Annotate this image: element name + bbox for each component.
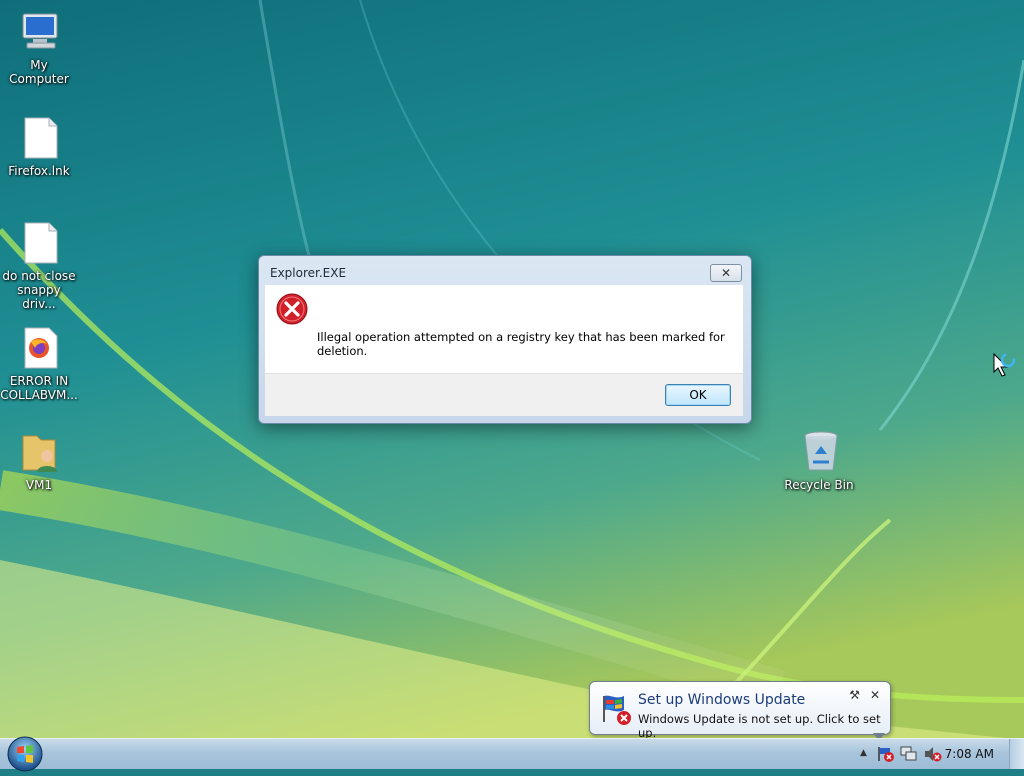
desktop-icon-firefox-lnk[interactable]: Firefox.lnk [0, 116, 78, 178]
dialog-title: Explorer.EXE [270, 266, 347, 280]
desktop-icon-label: ERROR IN COLLABVM... [0, 374, 78, 402]
windows-logo-icon [7, 736, 43, 772]
desktop-icon-label: Firefox.lnk [8, 164, 70, 178]
dialog-close-button[interactable]: ✕ [710, 264, 742, 282]
network-icon[interactable] [900, 746, 918, 765]
dialog-body: Illegal operation attempted on a registr… [265, 285, 743, 373]
error-icon [276, 293, 308, 328]
close-icon[interactable]: ✕ [870, 688, 880, 702]
windows-update-error-icon[interactable] [878, 746, 894, 765]
start-button[interactable] [6, 735, 44, 776]
desktop-icon-label: My Computer [9, 58, 69, 86]
firefox-icon [19, 326, 59, 370]
close-icon: ✕ [720, 266, 732, 280]
desktop-icon-vm1[interactable]: VM1 [0, 430, 78, 492]
volume-muted-icon[interactable] [924, 746, 942, 765]
file-icon [19, 221, 59, 265]
file-icon [19, 116, 59, 160]
desktop-icon-snappy-driver[interactable]: do not close snappy driv... [0, 221, 78, 311]
dialog-message: Illegal operation attempted on a registr… [317, 330, 725, 358]
error-dialog: Explorer.EXE ✕ Illegal operation attempt… [258, 255, 752, 424]
balloon-title: Set up Windows Update [638, 692, 806, 708]
taskbar: ▲ 7:08 AM [0, 736, 1024, 772]
user-folder-icon [19, 430, 59, 474]
windows-update-balloon[interactable]: Set up Windows Update Windows Update is … [589, 681, 891, 741]
desktop-icon-label: VM1 [25, 478, 53, 492]
options-icon[interactable]: ⚒ [849, 688, 860, 702]
show-desktop-button[interactable] [1009, 739, 1024, 769]
system-tray: ▲ 7:08 AM [844, 739, 1024, 769]
desktop-icon-recycle-bin[interactable]: Recycle Bin [780, 430, 858, 492]
computer-icon [19, 10, 59, 54]
busy-cursor-icon [992, 352, 1018, 383]
dialog-footer: OK [265, 373, 743, 416]
desktop-icon-label: do not close snappy driv... [2, 269, 76, 311]
desktop-icon-my-computer[interactable]: My Computer [0, 10, 78, 86]
ok-button[interactable]: OK [665, 384, 731, 406]
show-hidden-icons-button[interactable]: ▲ [860, 748, 867, 758]
desktop-icon-error-collabvm[interactable]: ERROR IN COLLABVM... [0, 326, 78, 402]
clock[interactable]: 7:08 AM [945, 747, 994, 761]
balloon-text: Windows Update is not set up. Click to s… [638, 712, 881, 740]
recycle-bin-icon [799, 430, 839, 474]
windows-update-icon [600, 692, 634, 729]
desktop-icon-label: Recycle Bin [784, 478, 854, 492]
